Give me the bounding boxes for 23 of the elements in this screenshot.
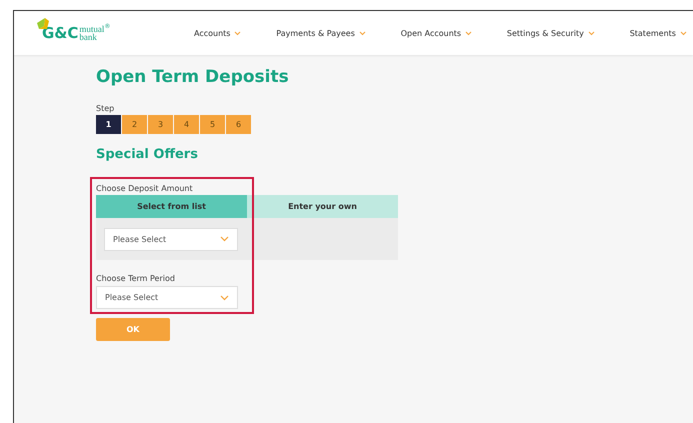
step-button[interactable]: 3 (148, 115, 173, 134)
nav-menu-item[interactable]: Statements (630, 28, 687, 38)
field-label: Choose Term Period (96, 274, 176, 283)
dropdown-field[interactable]: Please Select (104, 228, 238, 250)
field-label: Choose Deposit Amount (96, 184, 194, 193)
nav-menu-item[interactable]: Settings & Security (506, 28, 595, 38)
step-button[interactable]: 1 (96, 115, 121, 134)
page-title: Open Term Deposits (96, 66, 290, 89)
nav-menu-item[interactable]: Accounts (194, 28, 242, 38)
step-button[interactable]: 6 (226, 115, 251, 134)
logo-word: bank (79, 33, 97, 41)
step-button[interactable]: 5 (200, 115, 225, 134)
tab[interactable]: Select from list (96, 195, 247, 218)
nav-menu-item[interactable]: Open Accounts (400, 28, 472, 38)
step-button[interactable]: 2 (122, 115, 147, 134)
dropdown-field[interactable]: Please Select (96, 286, 238, 309)
nav-menu-item[interactable]: Payments & Payees (276, 28, 366, 38)
tab[interactable]: Enter your own (247, 195, 398, 218)
logo-word: mutual (79, 25, 104, 33)
step-label: Step (96, 104, 116, 113)
section-title: Special Offers (96, 146, 199, 164)
step-button[interactable]: 4 (174, 115, 199, 134)
logo-initials: G&C (42, 25, 78, 41)
